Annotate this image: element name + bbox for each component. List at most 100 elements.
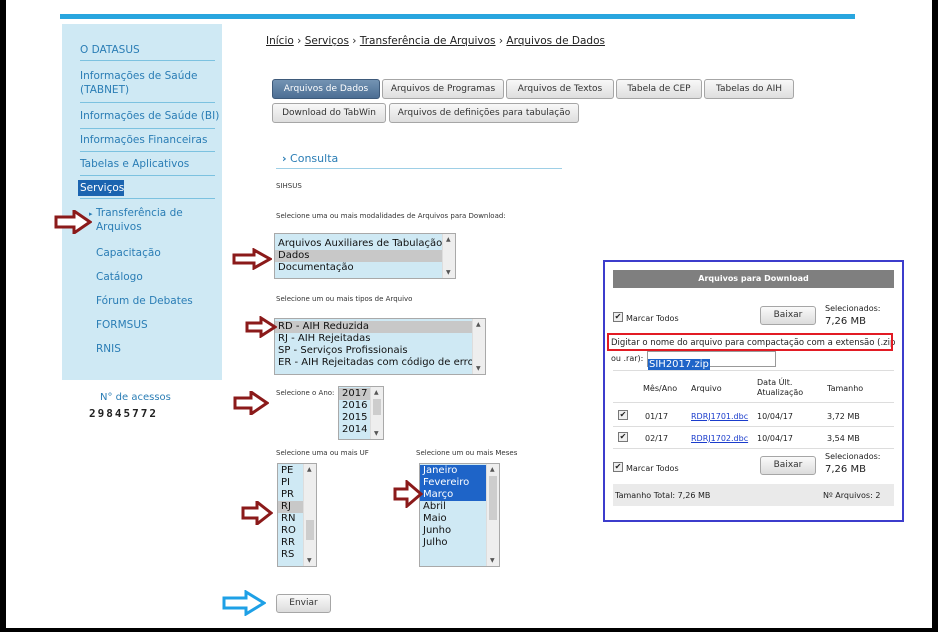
- scroll-up-icon[interactable]: ▲: [374, 389, 379, 396]
- scroll-up-icon[interactable]: ▲: [307, 466, 312, 473]
- scroll-up-icon[interactable]: ▲: [490, 466, 495, 473]
- breadcrumb-servicos[interactable]: Serviços: [305, 35, 349, 47]
- meses-select[interactable]: Janeiro Fevereiro Março Abril Maio Junho…: [419, 463, 500, 567]
- source-label: SIHSUS: [276, 182, 302, 190]
- tab-tabela-cep[interactable]: Tabela de CEP: [616, 79, 702, 99]
- sidebar-item-financeiras[interactable]: Informações Financeiras: [80, 134, 207, 147]
- tab-arquivos-dados[interactable]: Arquivos de Dados: [272, 79, 380, 99]
- col-arquivo: Arquivo: [691, 384, 722, 393]
- ano-select[interactable]: 2017 2016 2015 2014 ▲ ▼: [338, 386, 384, 440]
- modalidades-label: Selecione uma ou mais modalidades de Arq…: [276, 212, 506, 220]
- scrollbar[interactable]: ▲ ▼: [303, 464, 316, 566]
- breadcrumb-inicio[interactable]: Início: [266, 35, 294, 47]
- list-option[interactable]: SP - Serviços Profissionais: [275, 345, 485, 357]
- sidebar-item-tabnet[interactable]: Informações de Saúde: [80, 70, 197, 83]
- scrollbar[interactable]: ▲ ▼: [442, 234, 455, 278]
- red-arrow-icon: [54, 210, 92, 234]
- sidebar-sub-formsus[interactable]: FORMSUS: [96, 319, 148, 332]
- scroll-down-icon[interactable]: ▼: [490, 557, 495, 564]
- sidebar-divider: [80, 151, 215, 152]
- list-option-selected[interactable]: RD - AIH Reduzida: [275, 321, 485, 333]
- divider: [613, 402, 894, 403]
- row-checkbox[interactable]: ✔: [618, 410, 628, 420]
- sidebar-item-datasus[interactable]: O DATASUS: [80, 44, 140, 57]
- list-option[interactable]: ER - AIH Rejeitadas com código de erro: [275, 357, 485, 369]
- enviar-button[interactable]: Enviar: [276, 594, 331, 613]
- tab-arquivos-textos[interactable]: Arquivos de Textos: [506, 79, 614, 99]
- scroll-thumb[interactable]: [306, 520, 314, 540]
- sidebar-item-tabelas[interactable]: Tabelas e Aplicativos: [80, 158, 189, 171]
- filename-input[interactable]: SIH2017.zip: [647, 351, 776, 370]
- tab-tabelas-aih[interactable]: Tabelas do AIH: [704, 79, 794, 99]
- selecionados-label-2: Selecionados:: [825, 452, 881, 461]
- red-arrow-icon: [233, 391, 269, 415]
- list-option-selected[interactable]: Dados: [275, 250, 455, 262]
- sidebar-divider: [80, 60, 215, 61]
- meses-label: Selecione um ou mais Meses: [416, 449, 518, 457]
- tipos-select[interactable]: RD - AIH Reduzida RJ - AIH Rejeitadas SP…: [274, 318, 486, 375]
- tab-arquivos-programas[interactable]: Arquivos de Programas: [382, 79, 504, 99]
- sidebar-sub-transferencia[interactable]: Transferência de: [96, 207, 183, 220]
- scroll-down-icon[interactable]: ▼: [446, 269, 451, 276]
- selecionados-value: 7,26 MB: [825, 316, 866, 327]
- access-counter: 29845772: [89, 407, 158, 420]
- sidebar-sub-forum[interactable]: Fórum de Debates: [96, 295, 193, 308]
- sidebar-item-bi[interactable]: Informações de Saúde (BI): [80, 110, 219, 123]
- n-arquivos: Nº Arquivos: 2: [823, 491, 881, 500]
- tab-definicoes-tabulacao[interactable]: Arquivos de definições para tabulação: [389, 103, 579, 123]
- sidebar-item-tabnet-2[interactable]: (TABNET): [80, 84, 129, 97]
- col-mes: Mês/Ano: [643, 384, 678, 393]
- tamanho-total: Tamanho Total: 7,26 MB: [615, 491, 711, 500]
- scroll-thumb[interactable]: [373, 399, 381, 415]
- ano-label: Selecione o Ano:: [276, 389, 335, 397]
- red-arrow-icon: [232, 248, 272, 270]
- scrollbar[interactable]: ▲ ▼: [370, 387, 383, 439]
- marcar-todos-checkbox-2[interactable]: ✔: [613, 462, 623, 472]
- baixar-button-2[interactable]: Baixar: [760, 456, 816, 475]
- scroll-down-icon[interactable]: ▼: [374, 430, 379, 437]
- list-option[interactable]: Documentação: [275, 262, 455, 274]
- sidebar-sub-capacitacao[interactable]: Capacitação: [96, 247, 161, 260]
- row-tamanho: 3,72 MB: [827, 412, 860, 421]
- breadcrumb-sep: ›: [297, 35, 302, 47]
- marcar-todos-checkbox[interactable]: ✔: [613, 312, 623, 322]
- access-label: N° de acessos: [100, 392, 171, 403]
- row-arquivo-link[interactable]: RDRJ1701.dbc: [691, 412, 748, 421]
- scroll-thumb[interactable]: [489, 476, 497, 520]
- sidebar-sub-transferencia-2[interactable]: Arquivos: [96, 221, 142, 234]
- row-mes: 01/17: [645, 412, 669, 421]
- row-checkbox[interactable]: ✔: [618, 432, 628, 442]
- divider: [613, 448, 894, 449]
- col-data: Data Últ.: [757, 378, 793, 387]
- baixar-button[interactable]: Baixar: [760, 306, 816, 325]
- section-title-text: Consulta: [290, 152, 339, 165]
- download-panel-title: Arquivos para Download: [613, 270, 894, 288]
- breadcrumb-sep: ›: [352, 35, 357, 47]
- marcar-todos-label-2: Marcar Todos: [626, 464, 679, 473]
- list-option[interactable]: RJ - AIH Rejeitadas: [275, 333, 485, 345]
- col-tamanho: Tamanho: [827, 384, 864, 393]
- breadcrumb-dados[interactable]: Arquivos de Dados: [506, 35, 605, 47]
- blue-arrow-icon: [222, 590, 266, 616]
- row-arquivo-link[interactable]: RDRJ1702.dbc: [691, 434, 748, 443]
- row-data: 10/04/17: [757, 434, 793, 443]
- sidebar-item-servicos[interactable]: Serviços: [78, 180, 124, 196]
- sidebar-sub-rnis[interactable]: RNIS: [96, 343, 121, 356]
- scrollbar[interactable]: ▲ ▼: [472, 319, 485, 374]
- scroll-up-icon[interactable]: ▲: [446, 236, 451, 243]
- col-data-2: Atualização: [757, 388, 804, 397]
- scroll-up-icon[interactable]: ▲: [476, 321, 481, 328]
- scroll-down-icon[interactable]: ▼: [476, 365, 481, 372]
- tipos-label: Selecione um ou mais tipos de Arquivo: [276, 295, 413, 303]
- scroll-down-icon[interactable]: ▼: [307, 557, 312, 564]
- modalidades-select[interactable]: Arquivos Auxiliares de Tabulação Dados D…: [274, 233, 456, 279]
- red-arrow-icon: [245, 316, 277, 338]
- sidebar-sub-catalogo[interactable]: Catálogo: [96, 271, 143, 284]
- tab-download-tabwin[interactable]: Download do TabWin: [272, 103, 386, 123]
- marcar-todos-label: Marcar Todos: [626, 314, 679, 323]
- list-option[interactable]: Arquivos Auxiliares de Tabulação: [275, 238, 455, 250]
- uf-select[interactable]: PE PI PR RJ RN RO RR RS ▲ ▼: [277, 463, 317, 567]
- breadcrumb-transferencia[interactable]: Transferência de Arquivos: [360, 35, 496, 47]
- filename-value[interactable]: SIH2017.zip: [648, 359, 710, 370]
- scrollbar[interactable]: ▲ ▼: [486, 464, 499, 566]
